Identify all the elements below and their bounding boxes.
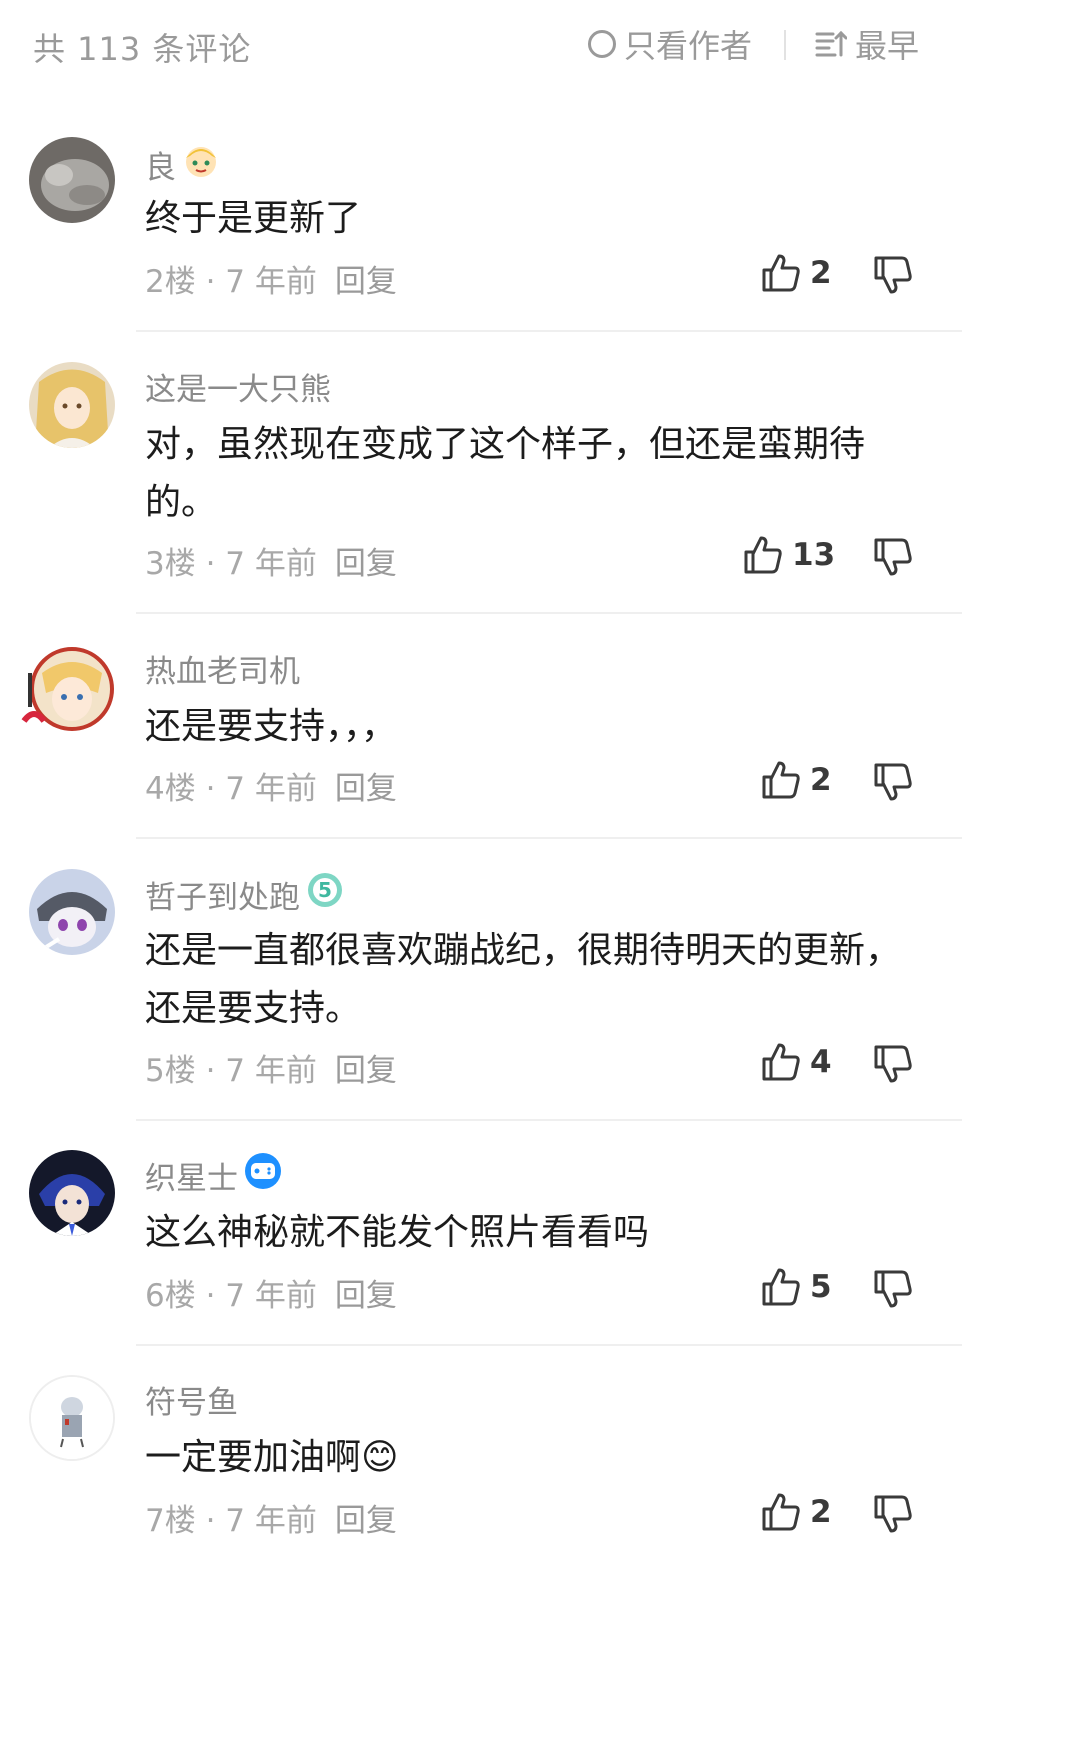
svg-text:5: 5 [318,878,332,902]
avatar[interactable] [29,869,115,955]
like-button[interactable]: 2 [760,252,832,294]
username[interactable]: 良 [145,140,220,188]
username[interactable]: 哲子到处跑 5 [145,871,344,917]
thumbs-up-icon [744,536,782,574]
reply-button[interactable]: 回复 [335,256,397,301]
comment-meta: 5楼 · 7 年前 回复 [145,1045,397,1090]
thumbs-down-icon [874,763,912,801]
divider [136,612,962,614]
thumbs-down-icon [874,1270,912,1308]
like-button[interactable]: 4 [760,1041,832,1083]
reply-button[interactable]: 回复 [335,1270,397,1315]
gamepad-badge-icon [244,1152,282,1198]
comment-text: 对，虽然现在变成了这个样子，但还是蛮期待的。 [145,424,866,523]
divider [136,1344,962,1346]
dislike-button[interactable] [872,1268,916,1314]
comment-text: 还是要支持，，， [145,706,398,747]
comment-text: 还是一直都很喜欢蹦战纪，很期待明天的更新，还是要支持。 [145,930,902,1029]
like-button[interactable]: 2 [760,759,832,801]
comment-count: 共 113 条评论 [33,30,252,68]
like-count: 5 [810,1269,832,1305]
avatar[interactable] [20,643,120,743]
comment-text: 终于是更新了 [145,198,362,239]
avatar[interactable] [29,1375,115,1461]
like-button[interactable]: 2 [760,1491,832,1533]
comment-meta: 7楼 · 7 年前 回复 [145,1495,397,1540]
radio-icon [588,30,616,58]
username[interactable]: 织星士 [145,1152,282,1198]
avatar[interactable] [29,1150,115,1236]
like-count: 4 [810,1044,832,1080]
thumbs-up-icon [762,1493,800,1531]
dislike-button[interactable] [872,1493,916,1539]
sort-toggle[interactable]: 最早 [815,24,920,65]
avatar-badge-icon [182,140,220,188]
floor-time: 3楼 · 7 年前 [145,546,317,582]
thumbs-up-icon [762,1043,800,1081]
username[interactable]: 热血老司机 [145,646,300,691]
floor-time: 6楼 · 7 年前 [145,1278,317,1314]
username[interactable]: 符号鱼 [145,1377,238,1422]
like-button[interactable]: 5 [760,1266,832,1308]
sort-icon [815,30,847,57]
dislike-button[interactable] [872,536,916,582]
like-count: 2 [810,255,832,291]
level-5-badge-icon: 5 [306,871,344,917]
like-count: 2 [810,762,832,798]
dislike-button[interactable] [872,1043,916,1089]
comment-meta: 3楼 · 7 年前 回复 [145,538,397,583]
comment-text: 这么神秘就不能发个照片看看吗 [145,1212,650,1253]
thumbs-up-icon [762,761,800,799]
floor-time: 5楼 · 7 年前 [145,1053,317,1089]
like-count: 13 [792,537,836,573]
reply-button[interactable]: 回复 [335,1495,397,1540]
comment-meta: 4楼 · 7 年前 回复 [145,763,397,808]
comments-header: 共 113 条评论 只看作者 最早 [0,0,1079,96]
avatar[interactable] [29,137,115,223]
author-only-label: 只看作者 [624,27,753,65]
thumbs-down-icon [874,538,912,576]
avatar[interactable] [29,362,115,448]
header-divider [784,30,786,60]
reply-button[interactable]: 回复 [335,1045,397,1090]
reply-button[interactable]: 回复 [335,763,397,808]
sort-label: 最早 [855,27,920,65]
thumbs-up-icon [762,254,800,292]
floor-time: 4楼 · 7 年前 [145,771,317,807]
thumbs-up-icon [762,1268,800,1306]
divider [136,837,962,839]
dislike-button[interactable] [872,761,916,807]
floor-time: 2楼 · 7 年前 [145,264,317,300]
comment-text: 一定要加油啊😊 [145,1437,399,1478]
thumbs-down-icon [874,256,912,294]
dislike-button[interactable] [872,254,916,300]
floor-time: 7楼 · 7 年前 [145,1503,317,1539]
divider [136,1119,962,1121]
thumbs-down-icon [874,1045,912,1083]
author-only-toggle[interactable]: 只看作者 [588,24,753,65]
reply-button[interactable]: 回复 [335,538,397,583]
like-button[interactable]: 13 [742,534,835,576]
thumbs-down-icon [874,1495,912,1533]
like-count: 2 [810,1494,832,1530]
username[interactable]: 这是一大只熊 [145,364,331,409]
comment-meta: 2楼 · 7 年前 回复 [145,256,397,301]
comment-meta: 6楼 · 7 年前 回复 [145,1270,397,1315]
divider [136,330,962,332]
